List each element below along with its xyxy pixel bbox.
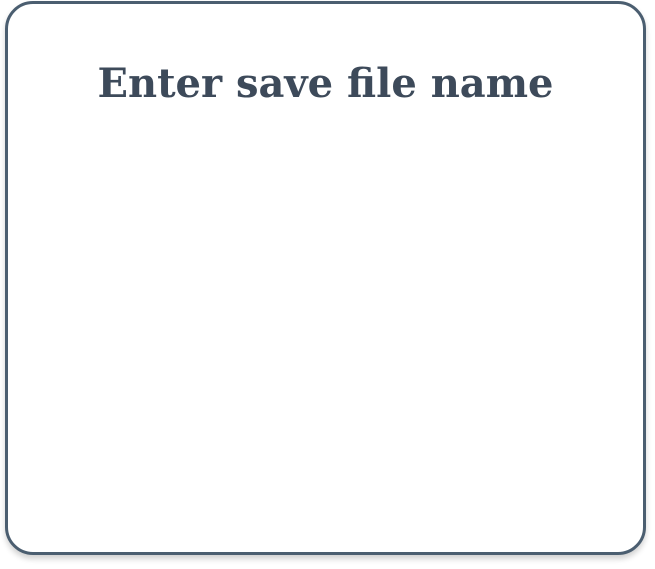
dialog-title: Enter save file name <box>97 60 554 107</box>
save-file-dialog: Enter save file name <box>5 1 646 555</box>
dialog-body <box>28 134 623 532</box>
